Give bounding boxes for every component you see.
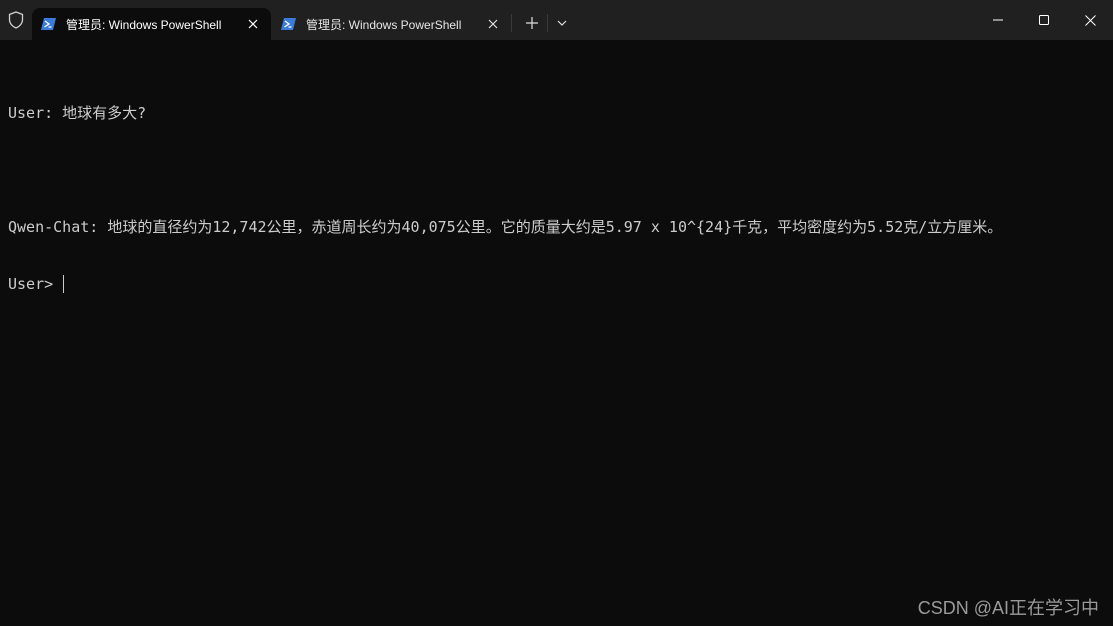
- title-bar[interactable]: 管理员: Windows PowerShell 管理员: Windows Pow…: [0, 0, 1113, 40]
- close-window-button[interactable]: [1067, 0, 1113, 40]
- tab-close-button[interactable]: [239, 10, 267, 38]
- powershell-icon: [281, 18, 296, 30]
- tab-separator: [511, 14, 512, 32]
- close-icon: [248, 19, 258, 29]
- terminal-prompt: User>: [8, 275, 63, 293]
- minimize-button[interactable]: [975, 0, 1021, 40]
- minimize-icon: [993, 19, 1003, 21]
- terminal-window: 管理员: Windows PowerShell 管理员: Windows Pow…: [0, 0, 1113, 626]
- new-tab-button[interactable]: [518, 9, 546, 37]
- maximize-button[interactable]: [1021, 0, 1067, 40]
- chevron-down-icon: [557, 20, 567, 26]
- watermark: CSDN @AI正在学习中: [917, 598, 1099, 618]
- plus-icon: [526, 17, 538, 29]
- powershell-icon: [41, 18, 56, 30]
- terminal-line: User: 地球有多大?: [8, 104, 147, 122]
- close-icon: [488, 19, 498, 29]
- maximize-icon: [1039, 15, 1049, 25]
- tab-title: 管理员: Windows PowerShell: [66, 17, 222, 32]
- tab-powershell-2[interactable]: 管理员: Windows PowerShell: [272, 8, 511, 40]
- tab-dropdown-button[interactable]: [549, 9, 575, 37]
- tab-separator: [547, 14, 548, 32]
- text-cursor: [63, 275, 65, 293]
- tab-powershell-1[interactable]: 管理员: Windows PowerShell: [32, 8, 271, 40]
- admin-shield-icon: [0, 0, 32, 40]
- terminal-prompt-line[interactable]: User>: [8, 275, 1105, 294]
- tab-close-button[interactable]: [479, 10, 507, 38]
- terminal-line: Qwen-Chat: 地球的直径约为12,742公里，赤道周长约为40,075公…: [8, 218, 1003, 236]
- close-icon: [1084, 14, 1096, 26]
- tab-title: 管理员: Windows PowerShell: [306, 17, 462, 32]
- terminal-output[interactable]: User: 地球有多大? Qwen-Chat: 地球的直径约为12,742公里，…: [8, 66, 1105, 332]
